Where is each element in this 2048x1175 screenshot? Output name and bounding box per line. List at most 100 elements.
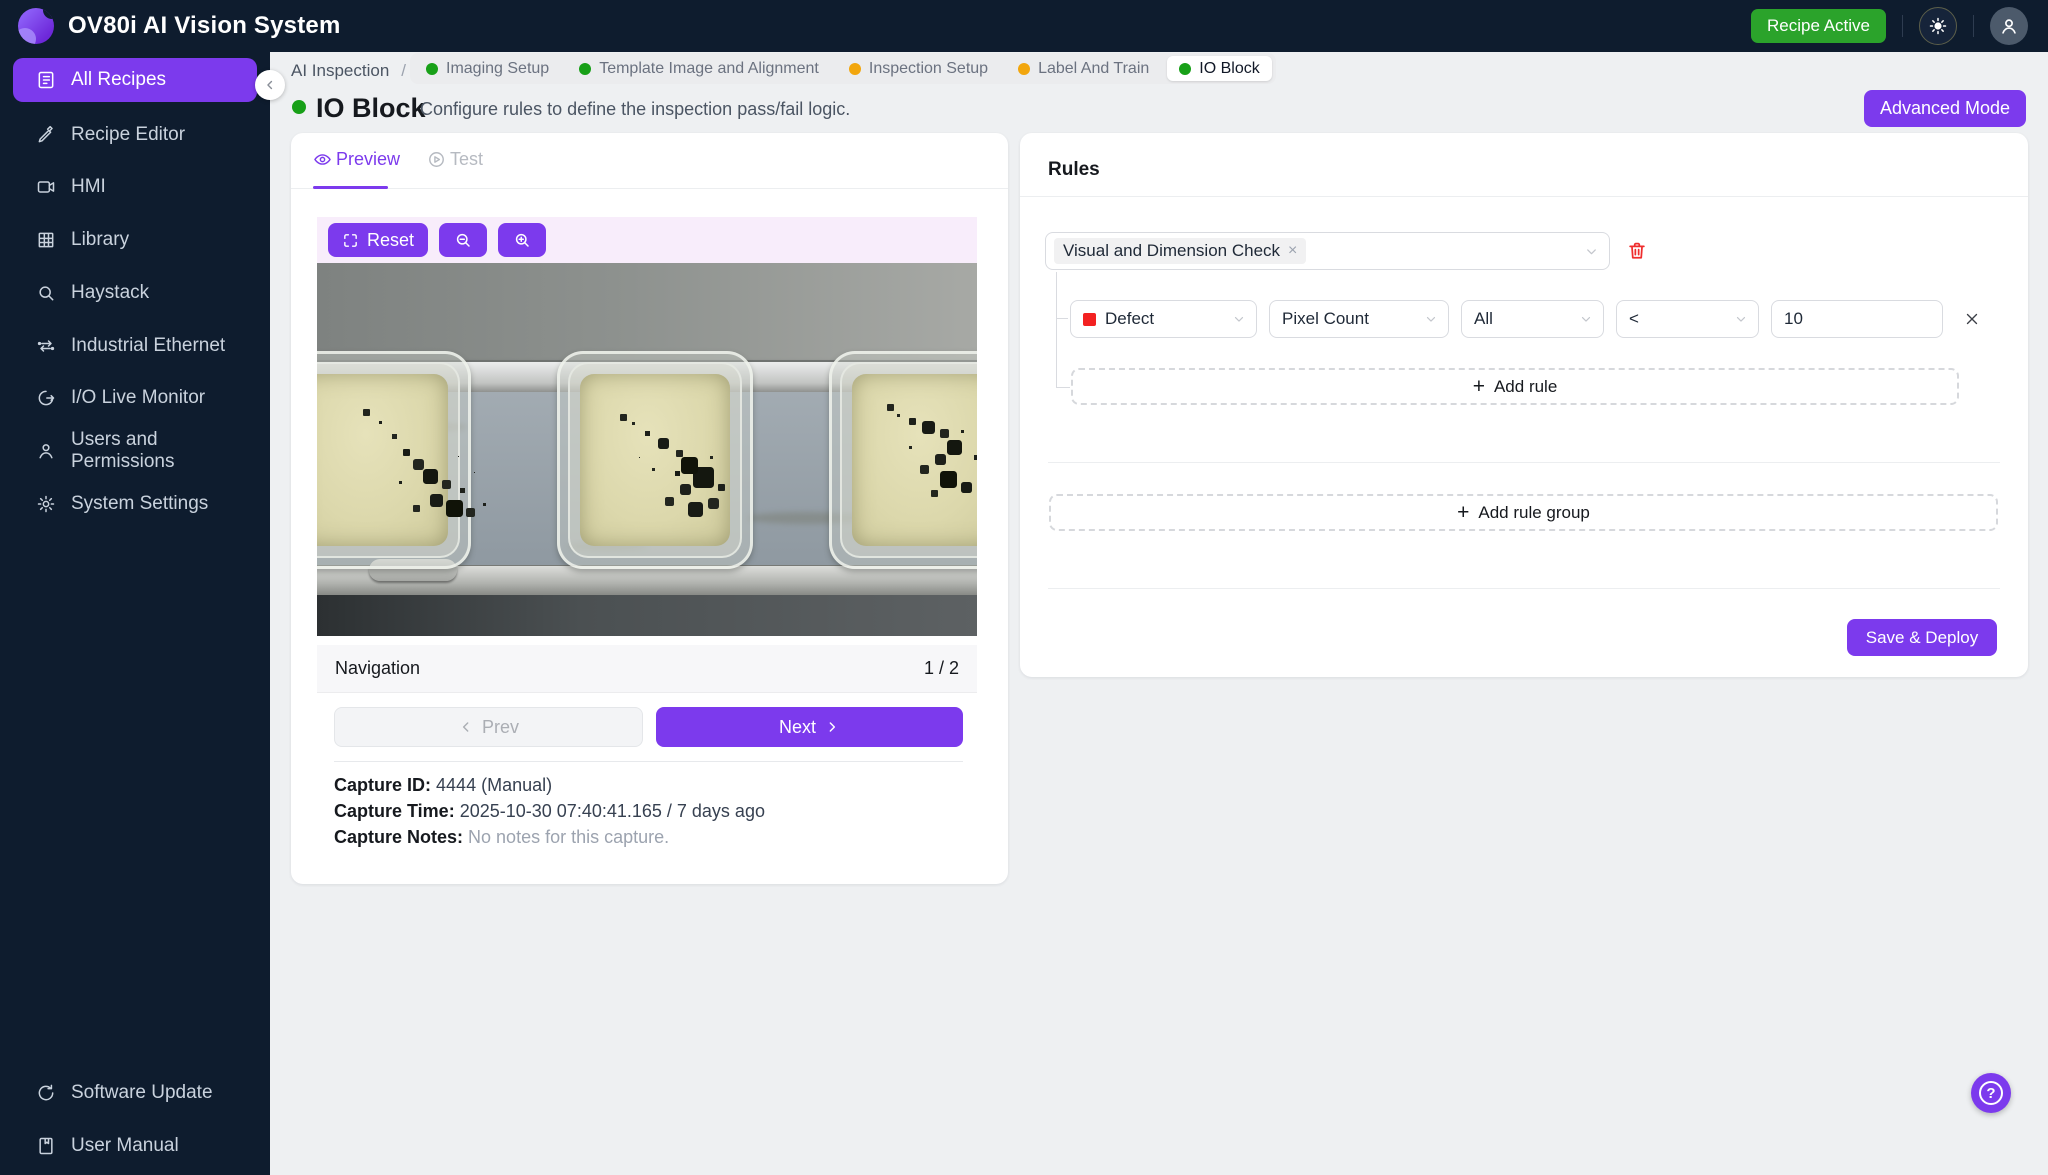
add-rule-group-button[interactable]: + Add rule group	[1049, 494, 1998, 531]
delete-rule-group-button[interactable]	[1626, 239, 1650, 263]
sidebar-item-label: HMI	[71, 176, 106, 197]
user-avatar[interactable]	[1990, 7, 2028, 45]
tag-remove-icon[interactable]: ×	[1288, 242, 1297, 260]
inspection-camera-image[interactable]	[317, 263, 977, 636]
add-rule-button[interactable]: + Add rule	[1071, 368, 1959, 405]
sidebar-item-haystack[interactable]: Haystack	[13, 271, 257, 315]
person-icon	[1998, 15, 2020, 37]
refresh-icon	[36, 1083, 56, 1103]
sidebar-item-users-permissions[interactable]: Users and Permissions	[13, 429, 257, 473]
operator-select[interactable]: <	[1616, 300, 1759, 338]
defect-class-value: Defect	[1105, 309, 1155, 328]
zoom-out-icon	[454, 231, 472, 249]
sidebar-item-recipe-editor[interactable]: Recipe Editor	[13, 113, 257, 157]
sidebar-item-label: Library	[71, 229, 130, 250]
image-toolbar: Reset	[317, 217, 977, 263]
step-label-and-train[interactable]: Label And Train	[1006, 56, 1161, 81]
page-indicator: 1 / 2	[923, 658, 959, 678]
step-imaging-setup[interactable]: Imaging Setup	[414, 56, 561, 81]
add-rule-label: Add rule	[1493, 376, 1558, 396]
advanced-mode-button[interactable]: Advanced Mode	[1864, 90, 2026, 127]
sidebar-item-user-manual[interactable]: User Manual	[13, 1124, 257, 1168]
sidebar-item-label: Industrial Ethernet	[71, 335, 226, 356]
rule-row: Defect Pixel Count All <	[1070, 300, 1981, 338]
chevron-down-icon	[1579, 312, 1593, 326]
remove-rule-button[interactable]	[1963, 310, 1981, 328]
sidebar-item-library[interactable]: Library	[13, 218, 257, 262]
chevron-right-icon	[824, 719, 840, 735]
center-focus-icon	[342, 232, 359, 249]
save-deploy-button[interactable]: Save & Deploy	[1847, 619, 1997, 656]
rules-card: Rules Visual and Dimension Check × Defec…	[1020, 133, 2028, 677]
sidebar-item-all-recipes[interactable]: All Recipes	[13, 58, 257, 102]
sidebar: All Recipes Recipe Editor HMI Library Ha…	[0, 52, 270, 1175]
rules-title: Rules	[1048, 159, 1100, 180]
sidebar-item-label: Software Update	[71, 1082, 213, 1103]
plus-icon: +	[1457, 500, 1470, 524]
capture-time-label: Capture Time:	[334, 801, 455, 821]
sidebar-item-industrial-ethernet[interactable]: Industrial Ethernet	[13, 324, 257, 368]
scope-select[interactable]: All	[1461, 300, 1604, 338]
theme-toggle-button[interactable]	[1919, 7, 1957, 45]
step-template-image-alignment[interactable]: Template Image and Alignment	[567, 56, 831, 81]
preview-tabs: Preview Test	[291, 133, 1008, 189]
capture-id-line: Capture ID: 4444 (Manual)	[334, 775, 552, 796]
step-status-dot-green	[1179, 62, 1192, 75]
sidebar-item-label: Haystack	[71, 282, 150, 303]
sidebar-collapse-button[interactable]	[255, 70, 285, 100]
step-status-dot-green	[579, 62, 592, 75]
step-inspection-setup[interactable]: Inspection Setup	[837, 56, 1000, 81]
reset-view-button[interactable]: Reset	[328, 223, 429, 257]
breadcrumb: AI Inspection /	[291, 56, 406, 86]
metric-select[interactable]: Pixel Count	[1269, 300, 1449, 338]
app-logo	[18, 8, 54, 44]
step-io-block[interactable]: IO Block	[1167, 56, 1272, 81]
rules-section-divider	[1048, 462, 2000, 463]
x-close-icon	[1963, 310, 1981, 328]
next-button[interactable]: Next	[656, 707, 963, 747]
zoom-in-icon	[513, 231, 531, 249]
sidebar-item-system-settings[interactable]: System Settings	[13, 482, 257, 526]
capture-time-line: Capture Time: 2025-10-30 07:40:41.165 / …	[334, 801, 765, 822]
rule-group-select[interactable]: Visual and Dimension Check ×	[1045, 232, 1610, 270]
sidebar-item-label: Users and Permissions	[71, 429, 175, 472]
search-icon	[36, 283, 56, 303]
add-rule-group-label: Add rule group	[1478, 502, 1590, 522]
sidebar-item-software-update[interactable]: Software Update	[13, 1071, 257, 1115]
tab-label: Test	[450, 149, 484, 169]
topbar-divider	[1973, 15, 1974, 37]
play-circle-icon	[427, 150, 446, 169]
eye-icon	[313, 150, 332, 169]
help-button[interactable]: ?	[1971, 1073, 2011, 1113]
threshold-input[interactable]	[1771, 300, 1943, 338]
sidebar-item-label: I/O Live Monitor	[71, 387, 206, 408]
sidebar-item-label: All Recipes	[71, 69, 167, 90]
plus-icon: +	[1472, 374, 1485, 398]
workflow-steps: Imaging Setup Template Image and Alignme…	[410, 53, 1276, 84]
gear-icon	[36, 494, 56, 514]
sidebar-item-hmi[interactable]: HMI	[13, 165, 257, 209]
chevron-down-icon	[1232, 312, 1246, 326]
defect-class-select[interactable]: Defect	[1070, 300, 1257, 338]
step-label: Imaging Setup	[446, 59, 550, 77]
tab-preview[interactable]: Preview	[313, 149, 400, 170]
zoom-out-button[interactable]	[439, 223, 488, 257]
metric-value: Pixel Count	[1282, 309, 1369, 328]
tab-test[interactable]: Test	[427, 149, 483, 170]
sidebar-item-io-live-monitor[interactable]: I/O Live Monitor	[13, 376, 257, 420]
chevron-down-icon	[1424, 312, 1438, 326]
capture-id-label: Capture ID:	[334, 775, 432, 795]
scope-value: All	[1474, 309, 1493, 328]
capture-notes-label: Capture Notes:	[334, 827, 464, 847]
user-icon	[36, 441, 56, 461]
breadcrumb-root[interactable]: AI Inspection	[291, 61, 389, 81]
tab-label: Preview	[336, 149, 401, 169]
capture-notes-line: Capture Notes: No notes for this capture…	[334, 827, 669, 848]
step-label: IO Block	[1199, 59, 1260, 77]
prev-button[interactable]: Prev	[334, 707, 643, 747]
recipe-active-badge: Recipe Active	[1751, 9, 1886, 43]
zoom-in-button[interactable]	[498, 223, 547, 257]
transfer-arrows-icon	[36, 336, 56, 356]
monitor-loop-icon	[36, 388, 56, 408]
sidebar-item-label: System Settings	[71, 493, 209, 514]
